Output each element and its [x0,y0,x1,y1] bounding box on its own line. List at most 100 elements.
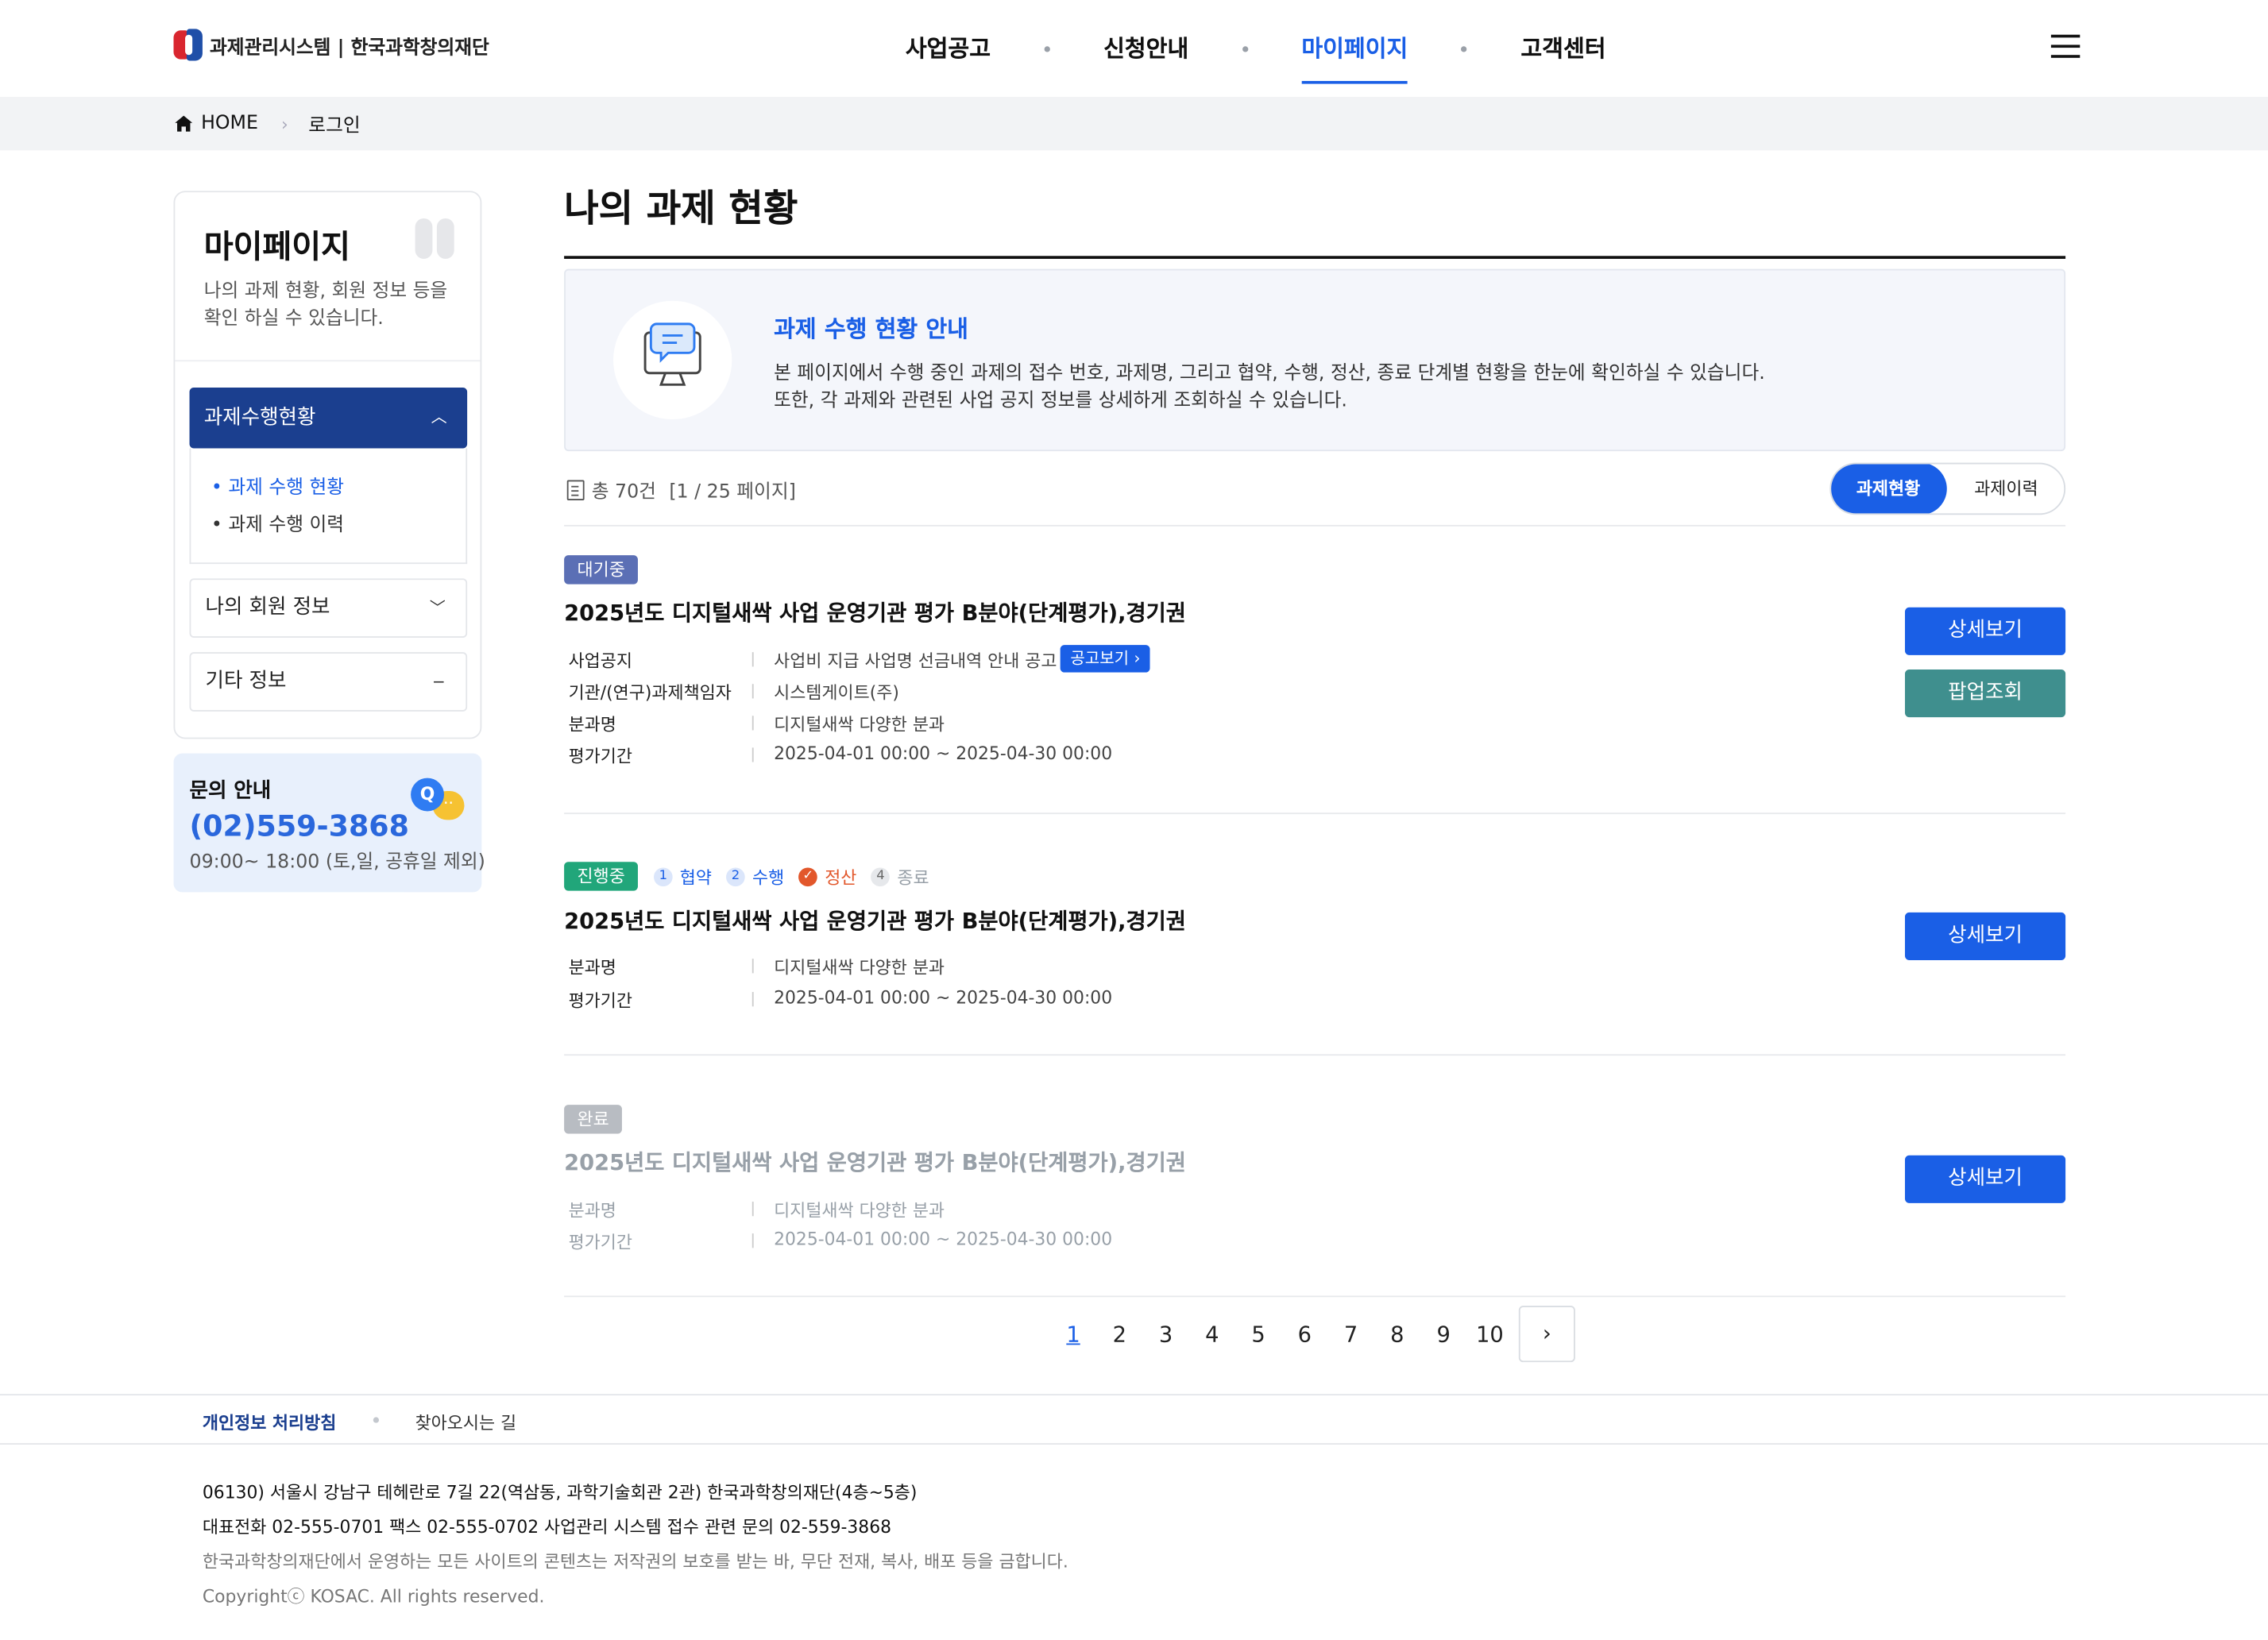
tab-project-status[interactable]: 과제현황 [1831,464,1947,514]
privacy-policy-link[interactable]: 개인정보 처리방침 [203,1410,336,1434]
step-agreement: 1 협약 [653,864,712,889]
divider [564,812,2066,815]
nav-separator [1242,45,1248,52]
divider [751,1202,754,1217]
page-title: 나의 과제 현황 [564,187,798,232]
footer-links: 개인정보 처리방침 찾아오시는 길 [0,1394,2268,1445]
page-2[interactable]: 2 [1096,1321,1142,1347]
status-badge: 진행중 [564,862,639,891]
row-value: 디지털새싹 다양한 분과 [774,1200,945,1221]
home-icon [175,115,193,132]
sidebar-description: 나의 과제 현황, 회원 정보 등을 확인 하실 수 있습니다. [203,280,448,330]
main-nav: 사업공고 신청안내 마이페이지 고객센터 [883,0,1629,97]
site-header: 과제관리시스템 | 한국과학창의재단 사업공고 신청안내 마이페이지 고객센터 [0,0,2268,97]
page-8[interactable]: 8 [1374,1321,1420,1347]
footer-address: 06130) 서울시 강남구 테헤란로 7길 22(역삼동, 과학기술회관 2관… [202,1482,918,1503]
logo-text: 과제관리시스템 | 한국과학창의재단 [210,37,489,59]
submenu-item-project-history[interactable]: • 과제 수행 이력 [211,509,344,536]
chevron-right-icon: › [281,113,288,134]
sidebar-item-member-info[interactable]: 나의 회원 정보 ﹀ [189,578,468,638]
total-count: 총 70건 [591,481,656,504]
next-page-button[interactable]: › [1518,1306,1575,1363]
nav-item-mypage[interactable]: 마이페이지 [1278,0,1431,97]
row-value: 사업비 지급 사업명 선금내역 안내 공고 [774,650,1057,671]
row-label: 사업공지 [568,650,632,671]
contact-box: 문의 안내 ·· Q (02)559-3868 09:00~ 18:00 (토,일… [173,753,485,893]
page-6[interactable]: 6 [1281,1321,1327,1347]
project-title[interactable]: 2025년도 디지털새싹 사업 운영기관 평가 B분야(단계평가),경기권 [564,597,1186,627]
menu-icon[interactable] [2050,34,2081,61]
sidebar: 마이페이지 나의 과제 현황, 회원 정보 등을 확인 하실 수 있습니다. 과… [173,191,482,739]
page-1[interactable]: 1 [1050,1321,1096,1347]
row-label: 기관/(연구)과제책임자 [568,682,732,703]
page-10[interactable]: 10 [1466,1321,1513,1347]
nav-item-application-guide[interactable]: 신청안내 [1080,0,1211,97]
breadcrumb-current[interactable]: 로그인 [308,110,360,137]
tab-project-history[interactable]: 과제이력 [1947,464,2064,513]
project-title[interactable]: 2025년도 디지털새싹 사업 운영기관 평가 B분야(단계평가),경기권 [564,1147,1186,1177]
footer-notice: 한국과학창의재단에서 운영하는 모든 사이트의 콘텐츠는 저작권의 보호를 받는… [202,1551,1068,1572]
title-divider [564,256,2066,259]
view-notice-button[interactable]: 공고보기 › [1060,645,1151,673]
divider [751,1233,754,1248]
page-7[interactable]: 7 [1327,1321,1374,1347]
row-value: 디지털새싹 다양한 분과 [774,714,945,735]
detail-button[interactable]: 상세보기 [1904,607,2066,655]
row-label: 평가기간 [568,990,632,1011]
submenu-item-project-progress[interactable]: • 과제 수행 현황 [211,472,344,499]
row-value: 디지털새싹 다양한 분과 [774,957,945,978]
sidebar-item-other-info[interactable]: 기타 정보 − [189,652,468,712]
minus-icon: − [432,672,446,692]
view-toggle: 과제현황 과제이력 [1829,462,2066,515]
nav-item-business-notice[interactable]: 사업공고 [883,0,1014,97]
qa-chat-icon: ·· Q [411,778,465,822]
detail-button[interactable]: 상세보기 [1904,912,2066,961]
row-label: 평가기간 [568,746,632,767]
info-box: 과제 수행 현황 안내 본 페이지에서 수행 중인 과제의 접수 번호, 과제명… [564,268,2066,452]
submenu: • 과제 수행 현황 • 과제 수행 이력 [189,448,468,565]
divider [564,524,2066,527]
sidebar-title: 마이페이지 [203,230,351,267]
sidebar-item-label: 나의 회원 정보 [205,596,330,619]
divider [175,360,481,362]
sidebar-item-label: 과제수행현황 [203,406,316,430]
sidebar-item-label: 기타 정보 [205,670,287,693]
popup-view-button[interactable]: 팝업조회 [1904,670,2066,718]
site-logo[interactable]: 과제관리시스템 | 한국과학창의재단 [173,29,489,61]
page-3[interactable]: 3 [1142,1321,1188,1347]
nav-separator [1461,45,1467,52]
step-closing: 4 종료 [871,864,929,889]
sidebar-item-project-status[interactable]: 과제수행현황 ︿ [189,387,468,449]
row-value: 2025-04-01 00:00 ~ 2025-04-30 00:00 [774,743,1113,764]
page-9[interactable]: 9 [1420,1321,1466,1347]
status-badge: 완료 [564,1105,623,1134]
row-label: 평가기간 [568,1232,632,1252]
contact-hours: 09:00~ 18:00 (토,일, 공휴일 제외) [189,851,485,874]
row-label: 분과명 [568,714,616,735]
row-label: 분과명 [568,1200,616,1221]
page-4[interactable]: 4 [1189,1321,1235,1347]
detail-button[interactable]: 상세보기 [1904,1155,2066,1203]
row-label: 분과명 [568,957,616,978]
chevron-up-icon: ︿ [431,407,447,427]
row-value: 2025-04-01 00:00 ~ 2025-04-30 00:00 [774,1229,1113,1250]
page-5[interactable]: 5 [1235,1321,1281,1347]
divider [751,716,754,731]
directions-link[interactable]: 찾아오시는 길 [415,1410,517,1434]
divider [751,959,754,974]
divider [564,1295,2066,1298]
nav-item-customer-center[interactable]: 고객센터 [1497,0,1629,97]
check-icon: ✓ [798,866,818,886]
divider [751,652,754,667]
breadcrumb-home[interactable]: HOME [201,113,258,134]
project-title[interactable]: 2025년도 디지털새싹 사업 운영기관 평가 B분야(단계평가),경기권 [564,905,1186,936]
result-count: 총 70건 [1 / 25 페이지] [566,476,796,504]
info-text-line: 또한, 각 과제와 관련된 사업 공지 정보를 상세하게 조회하실 수 있습니다… [774,390,1347,412]
breadcrumb: HOME › 로그인 [175,97,361,150]
divider [751,684,754,699]
divider [564,1054,2066,1056]
chevron-down-icon: ﹀ [429,598,446,618]
pagination: 1 2 3 4 5 6 7 8 9 10 › [1050,1306,1575,1363]
breadcrumb-bar: HOME › 로그인 [0,96,2268,151]
info-text-line: 본 페이지에서 수행 중인 과제의 접수 번호, 과제명, 그리고 협약, 수행… [774,363,1765,385]
